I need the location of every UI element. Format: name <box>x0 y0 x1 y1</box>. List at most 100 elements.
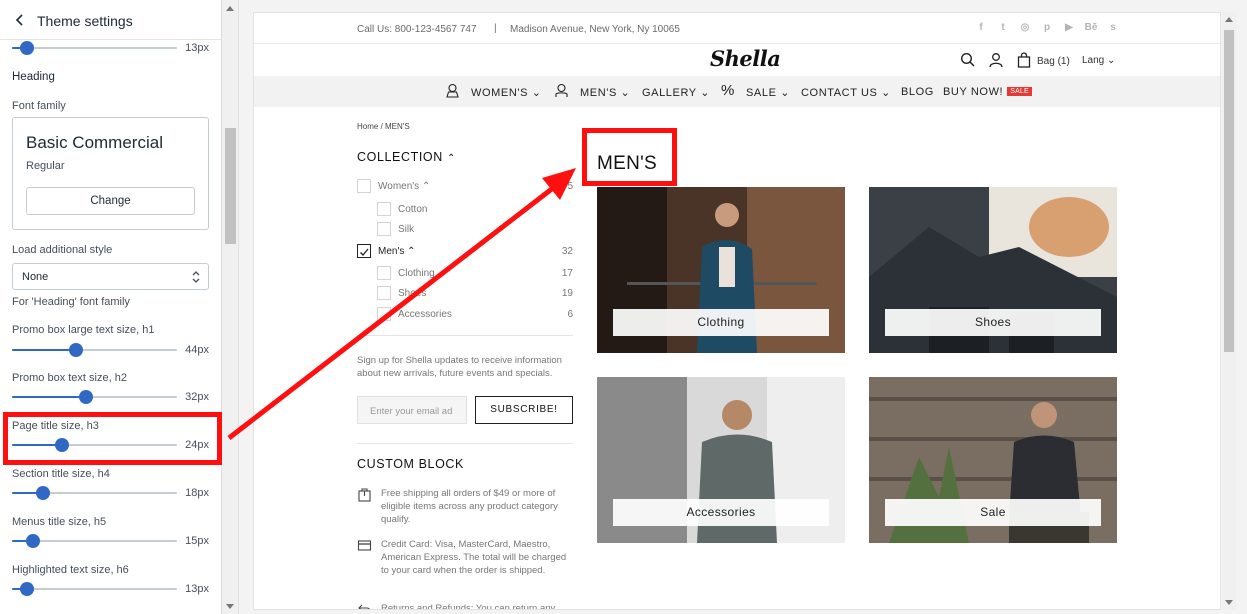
chevron-up-icon: ⌃ <box>421 181 431 192</box>
slider-thumb[interactable] <box>69 343 84 357</box>
slider-h1-value: 44px <box>185 344 209 356</box>
category-label-clothing[interactable]: Clothing <box>613 309 829 336</box>
slider-top[interactable] <box>12 40 177 56</box>
slider-thumb[interactable] <box>19 41 34 55</box>
filter-label[interactable]: Men's ⌃ <box>378 246 416 257</box>
filter-label[interactable]: Cotton <box>398 204 427 215</box>
back-arrow-icon[interactable] <box>12 12 28 28</box>
category-label-sale[interactable]: Sale <box>885 499 1101 526</box>
preview-scroll-thumb[interactable] <box>1224 30 1234 352</box>
filter-label-text: Men's <box>378 246 405 257</box>
slider-thumb[interactable] <box>26 534 41 548</box>
filter-checkbox[interactable] <box>377 266 391 280</box>
custom-item-returns: Returns and Refunds: You can return any <box>381 603 556 610</box>
nav-sale-label: SALE <box>746 87 777 99</box>
filter-label[interactable]: Women's ⌃ <box>378 181 430 192</box>
men-avatar-icon <box>555 83 568 97</box>
slider-h1[interactable] <box>12 342 177 358</box>
load-style-value: None <box>22 271 49 283</box>
checkmark-icon <box>360 248 369 256</box>
custom-item-shipping: Free shipping all orders of $49 or more … <box>381 488 558 525</box>
heading-section-title: Heading <box>12 71 55 83</box>
change-font-button[interactable]: Change <box>26 187 195 215</box>
filter-label[interactable]: Shoes <box>398 288 426 299</box>
panel-scroll-thumb[interactable] <box>225 128 236 244</box>
email-input[interactable]: Enter your email ad <box>357 396 467 424</box>
highlight-box-page-title-setting <box>3 412 222 465</box>
filter-label[interactable]: Accessories <box>398 309 452 320</box>
slider-h2[interactable] <box>12 389 177 405</box>
pinterest-icon[interactable]: p <box>1040 21 1054 35</box>
category-label-shoes[interactable]: Shoes <box>885 309 1101 336</box>
subscribe-button[interactable]: SUBSCRIBE! <box>475 396 573 424</box>
chevron-down-icon: ⌄ <box>881 87 891 99</box>
collection-title[interactable]: COLLECTION ⌃ <box>357 150 456 164</box>
load-style-hint: For 'Heading' font family <box>12 296 130 308</box>
behance-icon[interactable]: Bē <box>1084 21 1098 35</box>
store-logo[interactable]: Shella <box>710 46 781 71</box>
filter-checkbox[interactable] <box>377 307 391 321</box>
scroll-up-arrow-icon[interactable] <box>226 6 234 11</box>
category-card-shoes[interactable]: Shoes <box>869 187 1117 353</box>
nav-gallery-label: GALLERY <box>642 87 697 99</box>
category-label-accessories[interactable]: Accessories <box>613 499 829 526</box>
nav-blog[interactable]: BLOG <box>901 86 934 98</box>
bag-label[interactable]: Bag (1) <box>1037 56 1070 67</box>
panel-title: Theme settings <box>37 13 133 29</box>
scroll-down-arrow-icon[interactable] <box>1225 600 1233 605</box>
slider-h6-label: Highlighted text size, h6 <box>12 564 129 576</box>
slider-h4-label: Section title size, h4 <box>12 468 110 480</box>
filter-count: 6 <box>567 309 573 320</box>
filter-checkbox[interactable] <box>357 179 371 193</box>
return-arrow-icon <box>358 604 370 609</box>
nav-mens[interactable]: MEN'S ⌄ <box>580 86 630 99</box>
load-style-label: Load additional style <box>12 244 113 256</box>
slider-h4[interactable] <box>12 485 177 501</box>
facebook-icon[interactable]: f <box>974 21 988 35</box>
twitter-icon[interactable]: t <box>996 21 1010 35</box>
theme-settings-panel: Theme settings 13px Heading Font family … <box>0 0 222 614</box>
youtube-icon[interactable]: ▶ <box>1062 21 1076 35</box>
category-card-sale[interactable]: Sale <box>869 377 1117 543</box>
skype-icon[interactable]: s <box>1106 21 1120 35</box>
highlight-box-page-title <box>582 128 677 186</box>
slider-h5[interactable] <box>12 533 177 549</box>
font-name: Basic Commercial <box>26 133 163 152</box>
category-card-accessories[interactable]: Accessories <box>597 377 845 543</box>
filter-checkbox[interactable] <box>377 202 391 216</box>
scroll-up-arrow-icon[interactable] <box>1225 17 1233 22</box>
panel-scrollbar[interactable] <box>222 0 239 614</box>
slider-thumb[interactable] <box>36 486 51 500</box>
filter-checkbox[interactable] <box>377 286 391 300</box>
bag-icon[interactable] <box>1016 52 1032 68</box>
address-text: Madison Avenue, New York, Ny 10065 <box>510 24 680 35</box>
slider-h6[interactable] <box>12 581 177 597</box>
preview-scrollbar[interactable] <box>1222 12 1236 610</box>
slider-h2-label: Promo box text size, h2 <box>12 372 127 384</box>
search-icon[interactable] <box>960 52 976 68</box>
nav-contact[interactable]: CONTACT US ⌄ <box>801 86 891 99</box>
filter-checkbox[interactable] <box>377 222 391 236</box>
load-style-select[interactable]: None <box>12 263 209 290</box>
nav-buy-now[interactable]: BUY NOW! SALE <box>943 86 1032 98</box>
account-icon[interactable] <box>988 52 1004 68</box>
nav-sale[interactable]: SALE ⌄ <box>746 86 790 99</box>
scroll-down-arrow-icon[interactable] <box>226 604 234 609</box>
filter-label[interactable]: Clothing <box>398 268 435 279</box>
nav-gallery[interactable]: GALLERY ⌄ <box>642 86 710 99</box>
slider-h5-label: Menus title size, h5 <box>12 516 107 528</box>
chevron-down-icon: ⌄ <box>531 87 542 99</box>
slider-h6-value: 13px <box>185 583 209 595</box>
slider-thumb[interactable] <box>19 582 34 596</box>
slider-thumb[interactable] <box>79 390 94 404</box>
font-family-label: Font family <box>12 100 66 112</box>
instagram-icon[interactable]: ◎ <box>1018 21 1032 35</box>
filter-label[interactable]: Silk <box>398 224 414 235</box>
filter-checkbox-checked[interactable] <box>357 244 371 258</box>
nav-womens[interactable]: WOMEN'S ⌄ <box>471 86 542 99</box>
category-card-clothing[interactable]: Clothing <box>597 187 845 353</box>
chevron-up-icon: ⌃ <box>407 246 416 257</box>
custom-block-title: CUSTOM BLOCK <box>357 457 464 471</box>
percent-icon: % <box>721 82 735 99</box>
lang-selector[interactable]: Lang ⌄ <box>1082 55 1115 66</box>
